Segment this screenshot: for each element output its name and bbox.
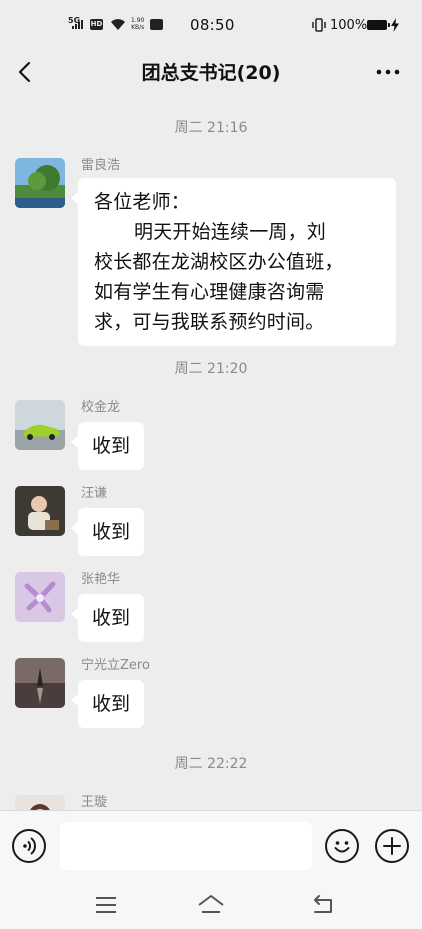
input-bar	[0, 810, 422, 883]
message-input[interactable]	[60, 822, 312, 870]
message-line: 各位老师：	[94, 191, 191, 213]
emoji-icon[interactable]	[325, 829, 359, 863]
avatar[interactable]	[15, 795, 65, 810]
vibrate-icon	[312, 18, 326, 32]
avatar[interactable]	[15, 400, 65, 450]
system-nav-bar	[0, 882, 422, 929]
message-line: 校长都在龙湖校区办公值班，	[94, 251, 344, 273]
avatar[interactable]	[15, 572, 65, 622]
message-bubble[interactable]: 各位老师： 明天开始连续一周，刘 校长都在龙湖校区办公值班， 如有学生有心理健康…	[71, 178, 396, 346]
sender-name: 张艳华	[81, 572, 121, 587]
sender-name: 王璇	[81, 795, 108, 810]
voice-icon[interactable]	[12, 829, 46, 863]
status-bar: 5G HD 1.90 KB/s 08:50 100%	[0, 0, 422, 50]
home-icon[interactable]	[196, 892, 226, 918]
charging-icon	[391, 18, 399, 32]
signal-icon	[72, 20, 83, 29]
nfc-icon	[150, 19, 163, 30]
message-bubble[interactable]: 收到	[70, 508, 145, 556]
avatar[interactable]	[15, 158, 65, 208]
wifi-icon	[111, 19, 125, 30]
sender-name: 校金龙	[81, 400, 121, 415]
speed-value: 1.90	[131, 17, 145, 24]
sender-name: 雷良浩	[81, 158, 121, 173]
speed-unit: KB/s	[131, 24, 145, 31]
message-bubble[interactable]: 收到	[70, 680, 145, 728]
chat-title: 团总支书记(20)	[141, 62, 281, 84]
hd-badge: HD	[90, 19, 103, 30]
message-line: 明天开始连续一周，刘	[134, 221, 327, 243]
avatar[interactable]	[15, 486, 65, 536]
message-bubble[interactable]: 收到	[70, 422, 145, 470]
plus-icon[interactable]	[375, 829, 409, 863]
chat-header: 团总支书记(20)	[0, 50, 422, 96]
message-list[interactable]: 周二 21:16 雷良浩 各位老师： 明天开始连续一周，刘 校长都在龙湖校区办公…	[0, 96, 422, 810]
message-line: 如有学生有心理健康咨询需	[94, 281, 325, 303]
sender-name: 宁光立Zero	[81, 658, 150, 673]
menu-icon[interactable]	[91, 892, 121, 918]
network-speed: 1.90 KB/s	[131, 17, 144, 31]
timestamp: 周二 22:22	[174, 756, 248, 772]
sender-name: 汪谦	[81, 486, 108, 501]
back-icon[interactable]	[307, 892, 337, 918]
battery-percent: 100%	[330, 18, 368, 33]
more-dots-icon[interactable]	[372, 56, 404, 88]
avatar[interactable]	[15, 658, 65, 708]
timestamp: 周二 21:20	[174, 361, 248, 377]
message-bubble[interactable]: 收到	[70, 594, 145, 642]
timestamp: 周二 21:16	[174, 120, 248, 136]
battery-icon	[367, 20, 390, 30]
clock: 08:50	[190, 16, 235, 34]
message-line: 求，可与我联系预约时间。	[94, 311, 325, 333]
